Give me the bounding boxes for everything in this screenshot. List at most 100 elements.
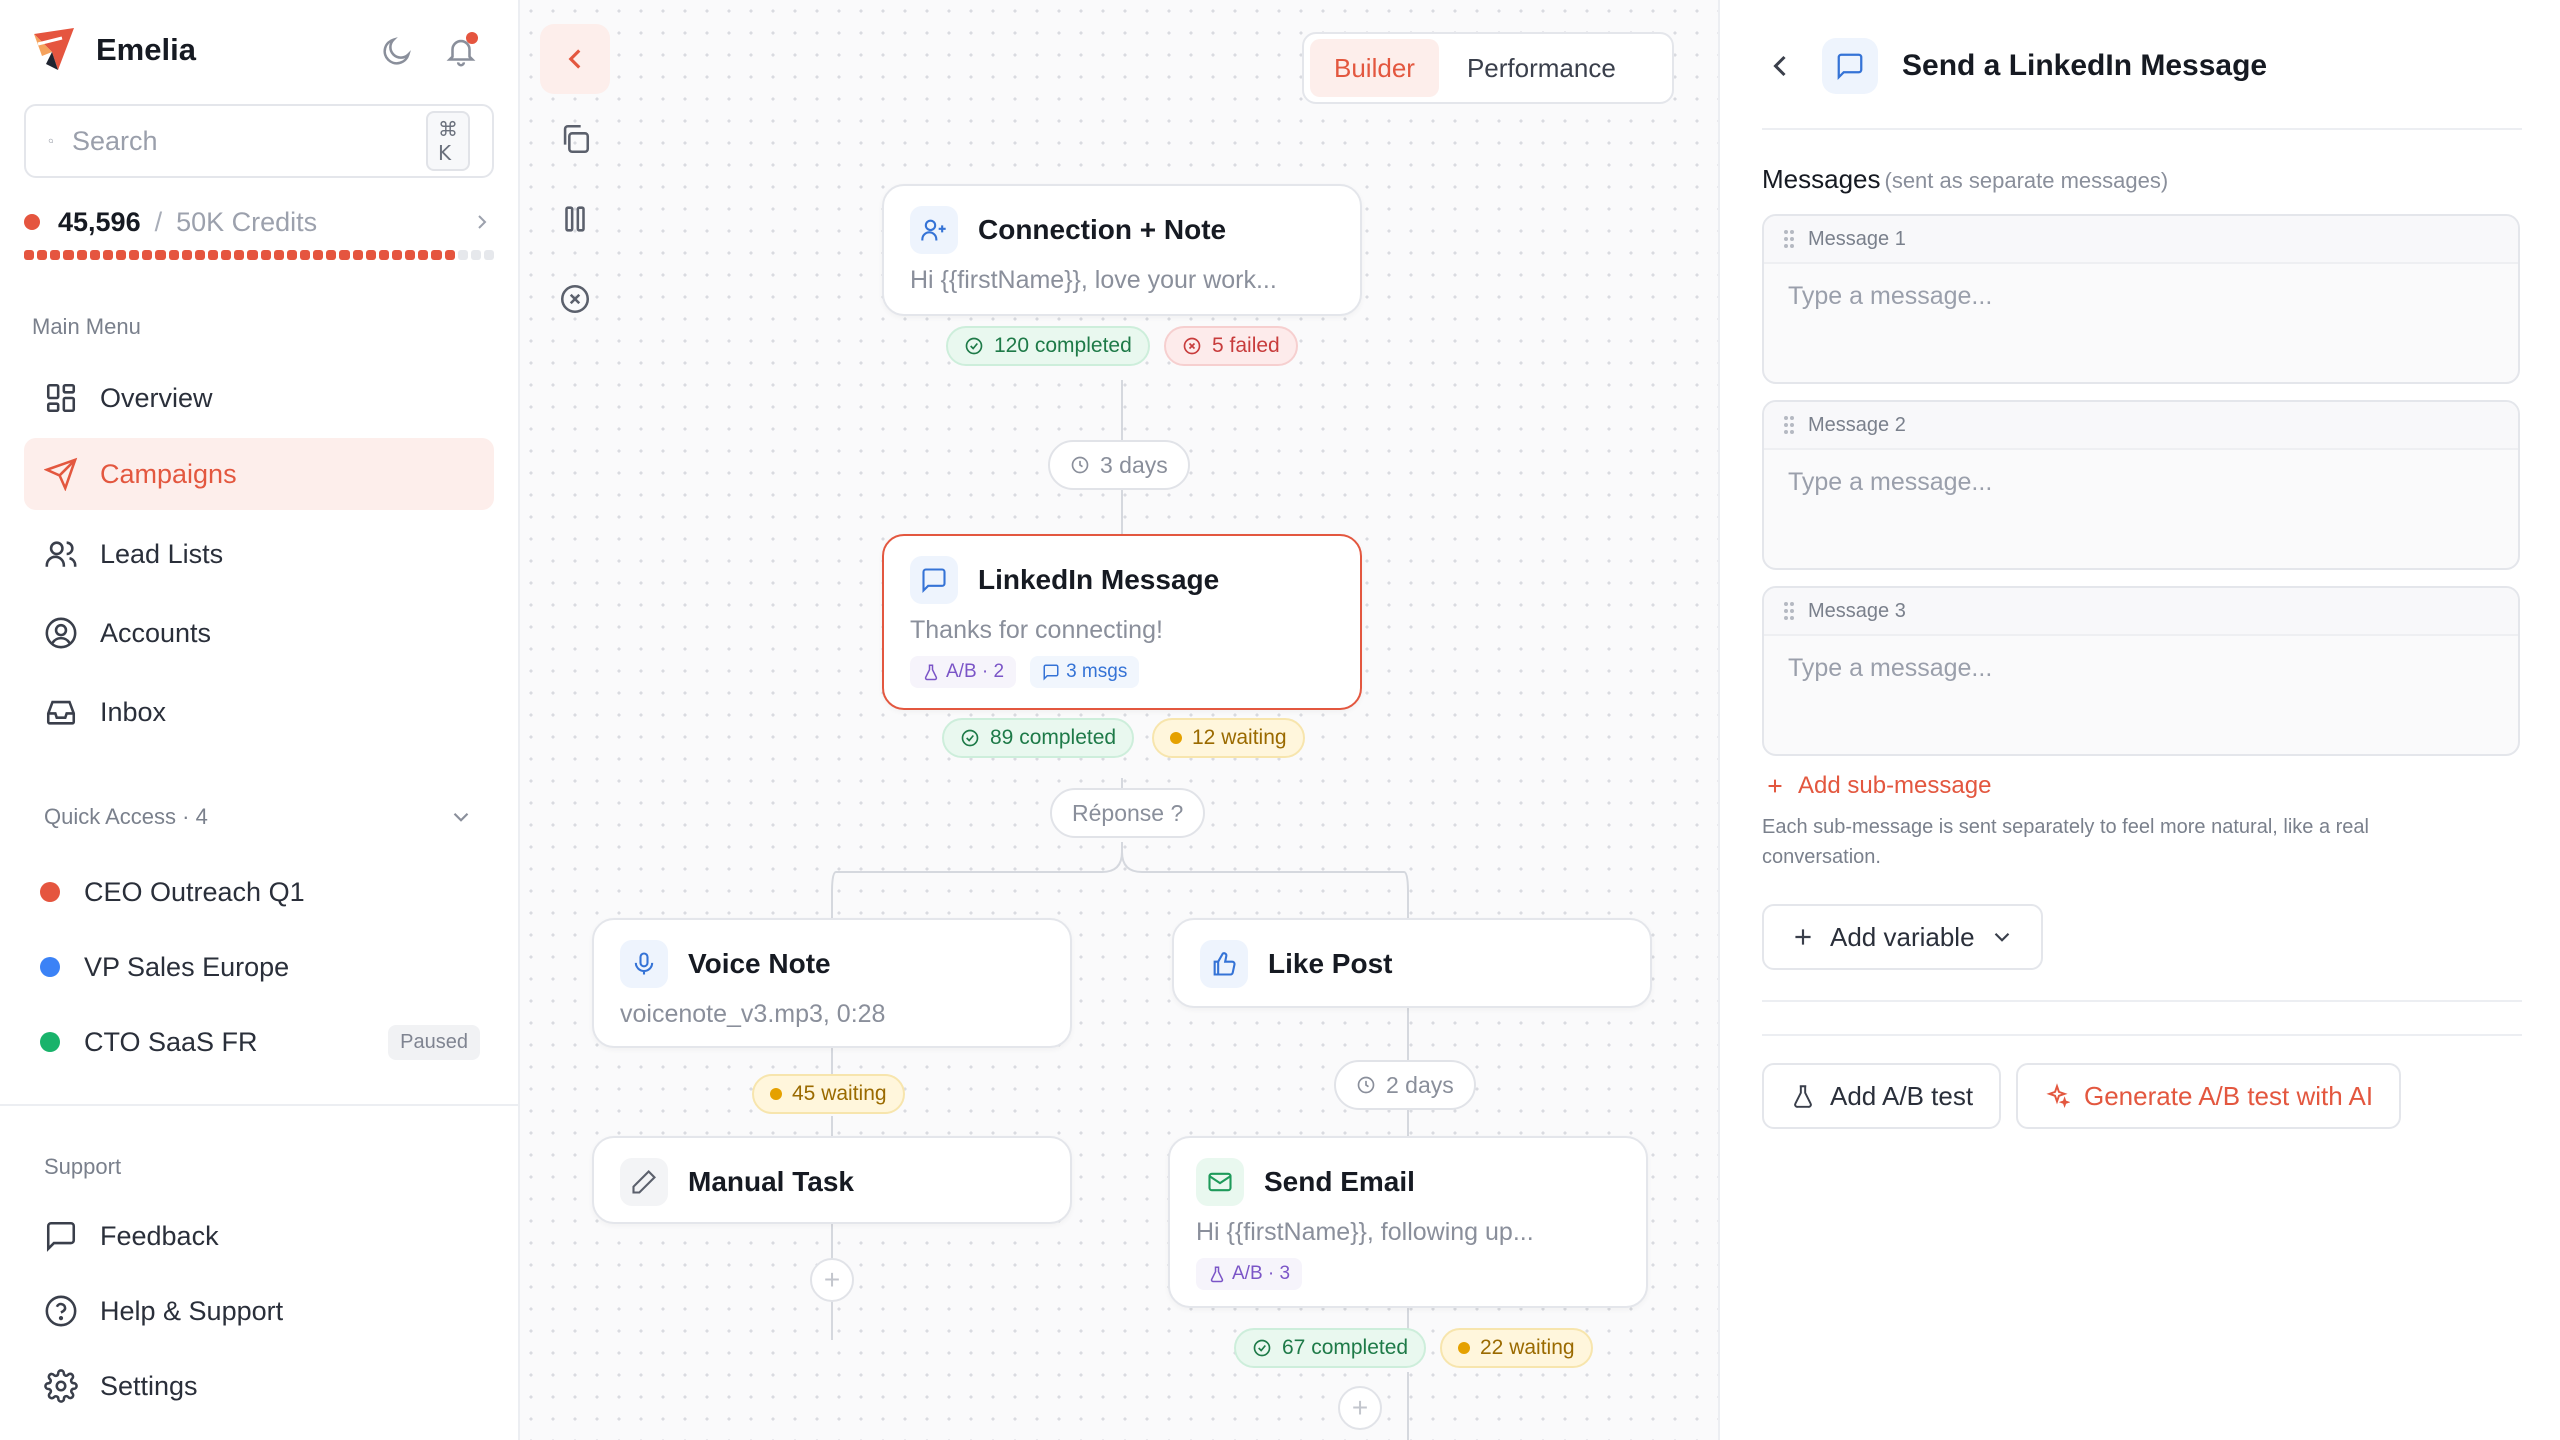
collapse-button[interactable] xyxy=(540,24,610,94)
badge-label: 67 completed xyxy=(1282,1336,1409,1359)
panel-divider xyxy=(1762,128,2522,130)
nav-item-campaigns[interactable]: Campaigns xyxy=(24,438,494,510)
node-voice-note[interactable]: Voice Note voicenote_v3.mp3, 0:28 xyxy=(592,918,1072,1048)
send-icon xyxy=(44,457,78,491)
duplicate-button[interactable] xyxy=(540,104,610,174)
inbox-icon xyxy=(46,700,76,725)
delay-badge[interactable]: 2 days xyxy=(1334,1060,1476,1110)
credits-bar-segment xyxy=(378,250,389,260)
flow-canvas[interactable]: Builder Performance Connection + Note Hi… xyxy=(520,0,1720,1440)
add-step-button[interactable]: + xyxy=(1338,1386,1382,1430)
node-connection-note[interactable]: Connection + Note Hi {{firstName}}, love… xyxy=(882,184,1362,316)
main-menu-title: Main Menu xyxy=(32,314,141,339)
credits-bar-segment xyxy=(207,250,219,260)
credits-summary[interactable]: 45,596 / 50K Credits xyxy=(24,202,494,242)
nav-item-feedback[interactable]: Feedback xyxy=(24,1200,494,1272)
message-editor[interactable]: Message 3 xyxy=(1762,586,2520,756)
chevron-left-icon[interactable] xyxy=(1762,48,1798,84)
credits-bar-segment xyxy=(221,250,232,260)
nav-item-settings[interactable]: Settings xyxy=(24,1350,494,1422)
stop-button[interactable] xyxy=(540,264,610,334)
support-title: Support xyxy=(44,1154,122,1179)
node-preview: Hi {{firstName}}, following up... xyxy=(1196,1218,1534,1246)
message-square-icon xyxy=(910,556,958,604)
messages-hint: (sent as separate messages) xyxy=(1884,168,2169,193)
node-like-post[interactable]: Like Post xyxy=(1172,918,1652,1008)
add-ab-test-button[interactable]: Add A/B test xyxy=(1762,1063,2002,1129)
brand-name: Emelia xyxy=(96,32,196,67)
drag-handle-icon[interactable] xyxy=(1782,228,1796,250)
drag-handle-icon[interactable] xyxy=(1782,414,1796,436)
condition-label: Réponse ? xyxy=(1072,799,1184,826)
credits-bar-segment xyxy=(339,250,350,260)
quick-access-item[interactable]: CEO Outreach Q1 xyxy=(40,862,480,922)
credits-bar-segment xyxy=(89,250,100,260)
quick-access-label: CEO Outreach Q1 xyxy=(84,876,305,907)
drag-handle-icon[interactable] xyxy=(1782,600,1796,622)
credits-bar-segment xyxy=(194,250,205,260)
brand[interactable]: Emelia xyxy=(28,24,196,76)
add-variable-button[interactable]: Add variable xyxy=(1762,904,2043,970)
message-input[interactable] xyxy=(1788,468,2488,497)
x-circle-icon xyxy=(560,284,590,314)
status-badge-completed: 89 completed xyxy=(942,718,1135,758)
badge-label: 12 waiting xyxy=(1192,726,1287,749)
tab-performance[interactable]: Performance xyxy=(1443,39,1640,97)
waiting-dot xyxy=(1170,732,1182,744)
credits-bar-segment xyxy=(155,250,166,260)
nav-item-label: Accounts xyxy=(100,617,212,648)
check-circle-icon xyxy=(1253,1339,1271,1357)
tab-builder[interactable]: Builder xyxy=(1310,39,1439,97)
nav-item-help[interactable]: Help & Support xyxy=(24,1275,494,1347)
add-step-button[interactable]: + xyxy=(810,1258,854,1302)
status-badge-completed: 67 completed xyxy=(1234,1328,1427,1368)
credits-bar-segment xyxy=(405,250,416,260)
credits-bar-segment xyxy=(168,250,179,260)
node-manual-task[interactable]: Manual Task xyxy=(592,1136,1072,1224)
quick-access-item[interactable]: CTO SaaS FR Paused xyxy=(40,1012,480,1072)
message-input[interactable] xyxy=(1788,282,2488,311)
credits-used: 45,596 xyxy=(58,206,141,237)
nav-item-label: Overview xyxy=(100,382,213,413)
ab-test-chip: A/B · 3 xyxy=(1196,1258,1303,1290)
search-input[interactable] xyxy=(72,125,426,157)
nav-item-lead-lists[interactable]: Lead Lists xyxy=(24,518,494,590)
nav-item-overview[interactable]: Overview xyxy=(24,362,494,434)
ab-test-chip: A/B · 2 xyxy=(910,656,1017,688)
generate-ab-test-button[interactable]: Generate A/B test with AI xyxy=(2016,1063,2402,1129)
message-square-icon xyxy=(1822,38,1878,94)
message-editor[interactable]: Message 2 xyxy=(1762,400,2520,570)
search-box[interactable]: ⌘ K xyxy=(24,104,494,178)
add-sub-label: Add sub-message xyxy=(1798,772,1992,799)
credits-bar-segment xyxy=(181,250,192,260)
message-input[interactable] xyxy=(1788,654,2488,683)
message-label: Message 3 xyxy=(1808,599,1906,622)
quick-access-header[interactable]: Quick Access · 4 xyxy=(44,804,474,830)
nav-item-accounts[interactable]: Accounts xyxy=(24,597,494,669)
emelia-logo-icon xyxy=(34,28,74,70)
step-settings-panel: Send a LinkedIn Message Messages (sent as… xyxy=(1722,0,2560,1440)
delay-label: 2 days xyxy=(1386,1071,1454,1098)
paused-badge: Paused xyxy=(388,1024,480,1060)
moon-icon[interactable] xyxy=(380,34,414,68)
pause-button[interactable] xyxy=(540,184,610,254)
condition-badge[interactable]: Réponse ? xyxy=(1050,788,1206,838)
chevron-down-icon xyxy=(453,812,469,822)
delay-badge[interactable]: 3 days xyxy=(1048,440,1190,490)
add-sub-message-button[interactable]: Add sub-message xyxy=(1764,772,1991,800)
nav-item-inbox[interactable]: Inbox xyxy=(24,676,494,748)
pencil-icon xyxy=(620,1158,668,1206)
clock-icon xyxy=(1071,456,1089,474)
node-send-email[interactable]: Send Email Hi {{firstName}}, following u… xyxy=(1168,1136,1648,1308)
sidebar: Emelia ⌘ K 45,596 / 50K Credits Main Men… xyxy=(0,0,520,1440)
message-label: Message 1 xyxy=(1808,227,1906,250)
message-editor[interactable]: Message 1 xyxy=(1762,214,2520,384)
node-linkedin-message[interactable]: LinkedIn Message Thanks for connecting! … xyxy=(882,534,1362,710)
waiting-dot xyxy=(1458,1342,1470,1354)
messages-title: Messages xyxy=(1762,164,1881,194)
credits-bar-segment xyxy=(352,250,363,260)
flask-icon xyxy=(924,664,938,681)
bell-icon[interactable] xyxy=(444,32,478,68)
quick-access-item[interactable]: VP Sales Europe xyxy=(40,937,480,997)
campaign-status-dot xyxy=(40,882,60,902)
